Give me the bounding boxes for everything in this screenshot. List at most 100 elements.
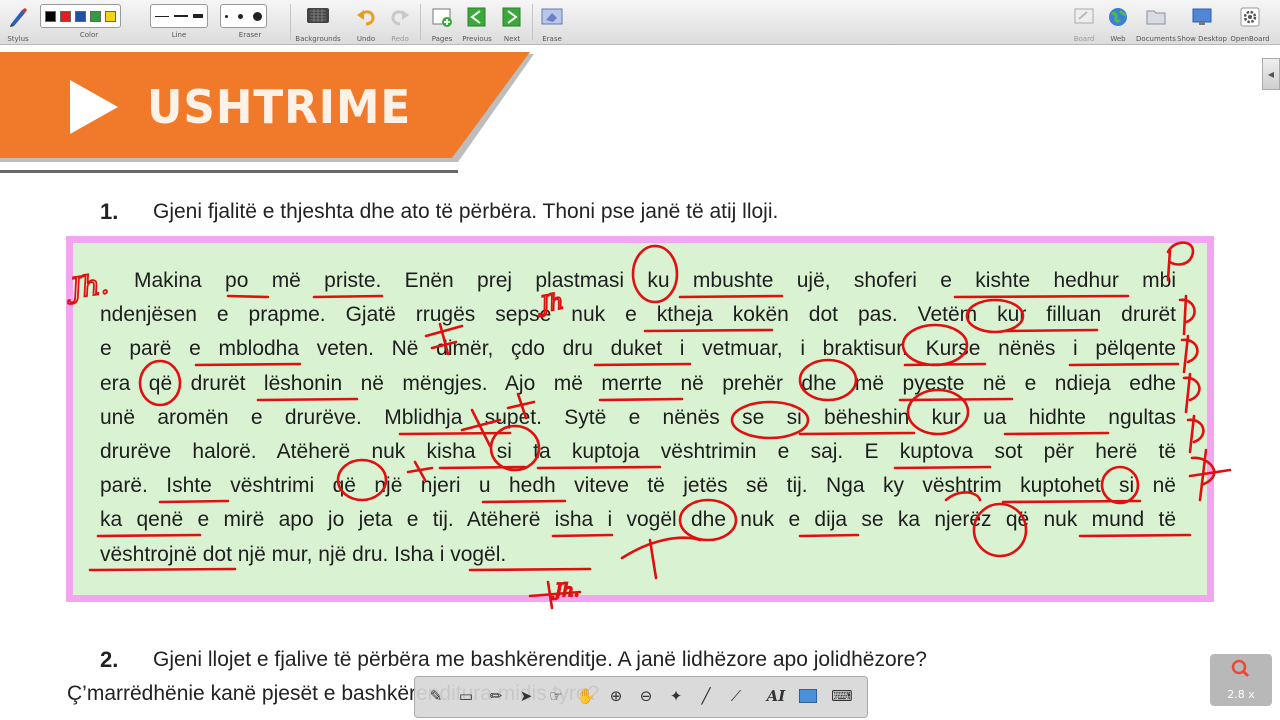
board-icon [1074,8,1094,24]
color-blue-swatch[interactable] [75,10,86,22]
undo-button[interactable]: Undo [352,4,380,43]
line-label: Line [171,31,187,39]
question-2-number: 2. [100,647,119,672]
desktop-icon [1192,8,1212,25]
selector-icon: ➤ [519,687,533,705]
question-2-text-line-1: Gjeni llojet e fjalive të përbëra me bas… [153,648,927,671]
line-thick-option[interactable] [193,14,203,18]
banner-title: USHTRIME [147,80,412,134]
redo-label: Redo [391,35,409,43]
color-label: Color [79,31,99,39]
board-label: Board [1073,35,1095,43]
zoom-indicator[interactable]: 2.8 x [1210,654,1272,706]
passage-line: parë. Ishte vështrimi që një njeri u hed… [100,474,1176,498]
laser-pointer-icon: ✦ [669,687,683,705]
stylus-button[interactable]: Stylus [4,4,32,43]
folder-icon [1146,10,1166,25]
zoom-out-tool-button[interactable]: ⊖ [635,685,657,707]
previous-label: Previous [462,35,492,43]
line-width-options [150,4,208,28]
board-button[interactable]: Board [1070,4,1098,43]
eraser-tool-button[interactable]: ▭ [455,685,477,707]
backgrounds-label: Backgrounds [295,35,341,43]
web-label: Web [1110,35,1126,43]
line-thin-option[interactable] [155,15,169,17]
zoom-out-icon: ⊖ [639,687,653,705]
question-1-number: 1. [100,199,119,224]
next-page-button[interactable]: Next [498,4,526,43]
show-desktop-button[interactable]: Show Desktop [1177,4,1227,43]
openboard-label: OpenBoard [1230,35,1270,43]
documents-label: Documents [1136,35,1176,43]
stylus-label: Stylus [7,35,29,43]
zoom-level: 2.8 x [1227,688,1255,701]
hand-icon: ✋ [576,687,596,705]
eraser-group: Eraser [218,0,282,44]
banner-underline [0,170,458,173]
passage-line: era që drurët lëshonin në mëngjes. Ajo m… [100,371,1176,395]
passage-text: Makina po më priste. Enën prej plastmasi… [100,264,1176,572]
text-tool-button[interactable]: AI [765,685,787,707]
passage-line: drurëve halorë. Atëherë nuk kisha si ta … [100,439,1176,463]
globe-icon [1109,8,1127,26]
web-button[interactable]: Web [1104,4,1132,43]
keyboard-button[interactable]: ⌨ [831,685,853,707]
toolbar-separator [420,4,421,40]
eraser-small-option[interactable] [225,14,228,18]
selector-tool-button[interactable]: ➤ [515,685,537,707]
play-tool-button[interactable]: ☞ [545,685,567,707]
pages-label: Pages [431,35,453,43]
passage-line: unë aromën e drurëve. Mblidhja supet. Sy… [100,405,1176,429]
eraser-large-option[interactable] [253,11,262,21]
keyboard-icon: ⌨ [831,687,853,705]
eraser-icon: ▭ [458,687,474,705]
capture-icon [799,689,817,703]
color-red-swatch[interactable] [60,10,71,22]
color-black-swatch[interactable] [45,10,56,22]
pen-icon: ✎ [429,687,443,705]
passage-line: ndenjësen e prapme. Gjatë rrugës sepse n… [100,303,1176,327]
eraser-label: Eraser [238,31,262,39]
color-green-swatch[interactable] [90,10,101,22]
undo-icon [357,10,375,26]
color-palette [40,4,121,28]
pen-tool-button[interactable]: ✎ [425,685,447,707]
passage-line: e parë e mblodha veten. Në dimër, çdo dr… [100,337,1176,361]
eraser-size-options [220,4,267,28]
redo-icon [391,10,409,26]
erase-label: Erase [542,35,562,43]
hand-tool-button[interactable]: ✋ [575,685,597,707]
backgrounds-icon [307,8,329,23]
erase-icon [541,8,563,25]
passage-line: vështrojnë dot një mur, një dru. Isha i … [100,542,507,566]
color-group: Color [38,0,140,44]
redo-button[interactable]: Redo [386,4,414,43]
eraser-medium-option[interactable] [238,13,243,19]
line-medium-option[interactable] [174,15,188,17]
previous-page-button[interactable]: Previous [462,4,492,43]
line-tool-button[interactable]: ⟋ [725,685,747,707]
passage-line: Makina po më priste. Enën prej plastmasi… [134,269,1176,292]
arrow-left-icon: ◀ [1267,69,1275,79]
next-label: Next [503,35,521,43]
zoom-in-tool-button[interactable]: ⊕ [605,685,627,707]
show-desktop-label: Show Desktop [1177,35,1227,43]
color-yellow-swatch[interactable] [105,10,116,22]
gear-icon [1240,7,1260,27]
toolbar-separator [290,4,291,40]
documents-button[interactable]: Documents [1136,4,1176,43]
stroke-icon: ╱ [701,687,711,705]
pages-button[interactable]: Pages [428,4,456,43]
stroke-tool-button[interactable]: ╱ [695,685,717,707]
marker-tool-button[interactable]: ✏ [485,685,507,707]
backgrounds-button[interactable]: Backgrounds [295,4,341,43]
capture-tool-button[interactable] [797,685,819,707]
erase-button[interactable]: Erase [538,4,566,43]
laser-pointer-button[interactable]: ✦ [665,685,687,707]
line-icon: ⟋ [730,687,742,705]
right-panel-toggle[interactable]: ◀ [1262,58,1280,90]
openboard-button[interactable]: OpenBoard [1230,4,1270,43]
marker-icon: ✏ [489,687,503,705]
passage-line: ka qenë e mirë apo jo jeta e tij. Atëher… [100,508,1176,532]
question-1-text: Gjeni fjalitë e thjeshta dhe ato të përb… [153,200,779,223]
